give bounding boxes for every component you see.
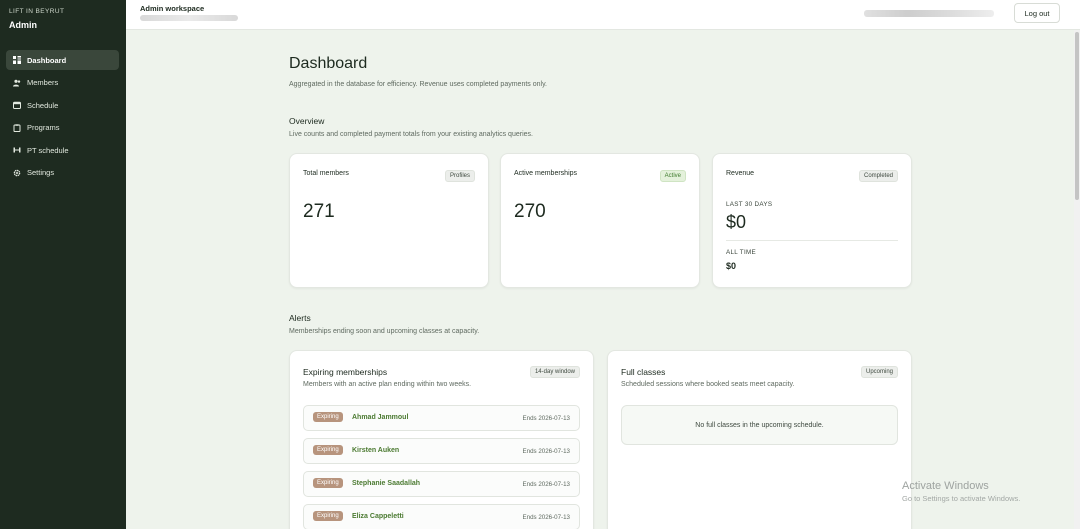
card-title: Full classes xyxy=(621,367,666,377)
top-bar: Admin workspace Log out xyxy=(126,0,1080,30)
sidebar-item-label: Settings xyxy=(27,168,55,178)
card-label: Total members xyxy=(303,170,349,177)
expiring-memberships-card: Expiring memberships 14-day window Membe… xyxy=(289,350,594,529)
empty-state: No full classes in the upcoming schedule… xyxy=(621,405,898,445)
end-date: Ends 2026-07-13 xyxy=(522,448,570,455)
all-time-label: ALL TIME xyxy=(726,249,757,256)
card-label: Active memberships xyxy=(514,170,578,177)
activate-windows-title: Activate Windows xyxy=(902,480,989,492)
end-date: Ends 2026-07-13 xyxy=(522,415,570,422)
sidebar-item-label: Members xyxy=(27,78,59,88)
users-icon xyxy=(13,79,21,87)
active-memberships-value: 270 xyxy=(514,201,546,222)
user-info-redacted xyxy=(864,10,994,17)
brand-name: LIFT IN BEYRUT xyxy=(9,8,65,15)
page-description: Aggregated in the database for efficienc… xyxy=(289,81,547,88)
logout-button[interactable]: Log out xyxy=(1014,3,1060,23)
overview-title: Overview xyxy=(289,116,325,126)
sidebar-item-label: Schedule xyxy=(27,100,59,110)
workspace-subtitle-redacted xyxy=(140,15,238,21)
member-name-link[interactable]: Eliza Cappeletti xyxy=(352,513,404,520)
revenue-card: Revenue Completed LAST 30 DAYS $0 ALL TI… xyxy=(712,153,912,288)
card-description: Scheduled sessions where booked seats me… xyxy=(621,381,795,388)
sidebar-item-schedule[interactable]: Schedule xyxy=(6,95,119,115)
divider xyxy=(726,240,898,241)
sidebar-item-label: Dashboard xyxy=(27,55,67,65)
end-date: Ends 2026-07-13 xyxy=(522,514,570,521)
clipboard-icon xyxy=(13,124,21,132)
list-item[interactable]: Expiring Stephanie Saadallah Ends 2026-0… xyxy=(303,471,580,497)
gear-icon xyxy=(13,169,21,177)
dumbbell-icon xyxy=(13,146,21,154)
sidebar-nav: Dashboard Members Schedule Programs PT s… xyxy=(6,50,119,186)
card-label: Revenue xyxy=(726,170,755,177)
sidebar-item-label: Programs xyxy=(27,123,60,133)
total-members-value: 271 xyxy=(303,201,335,222)
window-badge: 14-day window xyxy=(529,366,580,378)
list-item[interactable]: Expiring Kirsten Auken Ends 2026-07-13 xyxy=(303,438,580,464)
sidebar-item-settings[interactable]: Settings xyxy=(6,163,119,183)
overview-description: Live counts and completed payment totals… xyxy=(289,131,533,138)
calendar-icon xyxy=(13,101,21,110)
end-date: Ends 2026-07-13 xyxy=(522,481,570,488)
status-badge: Expiring xyxy=(313,445,343,455)
active-memberships-card: Active memberships Active 270 xyxy=(500,153,700,288)
scrollbar-thumb[interactable] xyxy=(1075,32,1079,200)
profiles-badge: Profiles xyxy=(444,170,475,182)
member-name-link[interactable]: Kirsten Auken xyxy=(352,447,399,454)
total-members-card: Total members Profiles 271 xyxy=(289,153,489,288)
page-title: Dashboard xyxy=(289,55,368,72)
card-title: Expiring memberships xyxy=(303,367,388,377)
activate-windows-hint: Go to Settings to activate Windows. xyxy=(902,494,1021,503)
all-time-value: $0 xyxy=(726,261,737,271)
sidebar-item-pt-schedule[interactable]: PT schedule xyxy=(6,140,119,160)
full-classes-card: Full classes Upcoming Scheduled sessions… xyxy=(607,350,912,529)
sidebar-item-dashboard[interactable]: Dashboard xyxy=(6,50,119,70)
sidebar-item-members[interactable]: Members xyxy=(6,73,119,93)
sidebar-item-programs[interactable]: Programs xyxy=(6,118,119,138)
last-30-days-value: $0 xyxy=(726,212,747,232)
active-badge: Active xyxy=(659,170,686,182)
last-30-days-label: LAST 30 DAYS xyxy=(726,201,773,208)
workspace-title: Admin workspace xyxy=(140,4,205,13)
list-item[interactable]: Expiring Ahmad Jammoul Ends 2026-07-13 xyxy=(303,405,580,431)
completed-badge: Completed xyxy=(858,170,898,182)
grid-icon xyxy=(13,56,21,64)
brand-role: Admin xyxy=(9,20,37,30)
status-badge: Expiring xyxy=(313,412,343,422)
alerts-description: Memberships ending soon and upcoming cla… xyxy=(289,328,480,335)
card-description: Members with an active plan ending withi… xyxy=(303,381,472,388)
list-item[interactable]: Expiring Eliza Cappeletti Ends 2026-07-1… xyxy=(303,504,580,529)
status-badge: Expiring xyxy=(313,478,343,488)
member-name-link[interactable]: Ahmad Jammoul xyxy=(352,414,408,421)
sidebar: LIFT IN BEYRUT Admin Dashboard Members S… xyxy=(0,0,126,529)
sidebar-item-label: PT schedule xyxy=(27,145,69,155)
alerts-title: Alerts xyxy=(289,313,311,323)
status-badge: Expiring xyxy=(313,511,343,521)
upcoming-badge: Upcoming xyxy=(860,366,898,378)
page-scrollbar[interactable] xyxy=(1074,30,1080,529)
member-name-link[interactable]: Stephanie Saadallah xyxy=(352,480,420,487)
